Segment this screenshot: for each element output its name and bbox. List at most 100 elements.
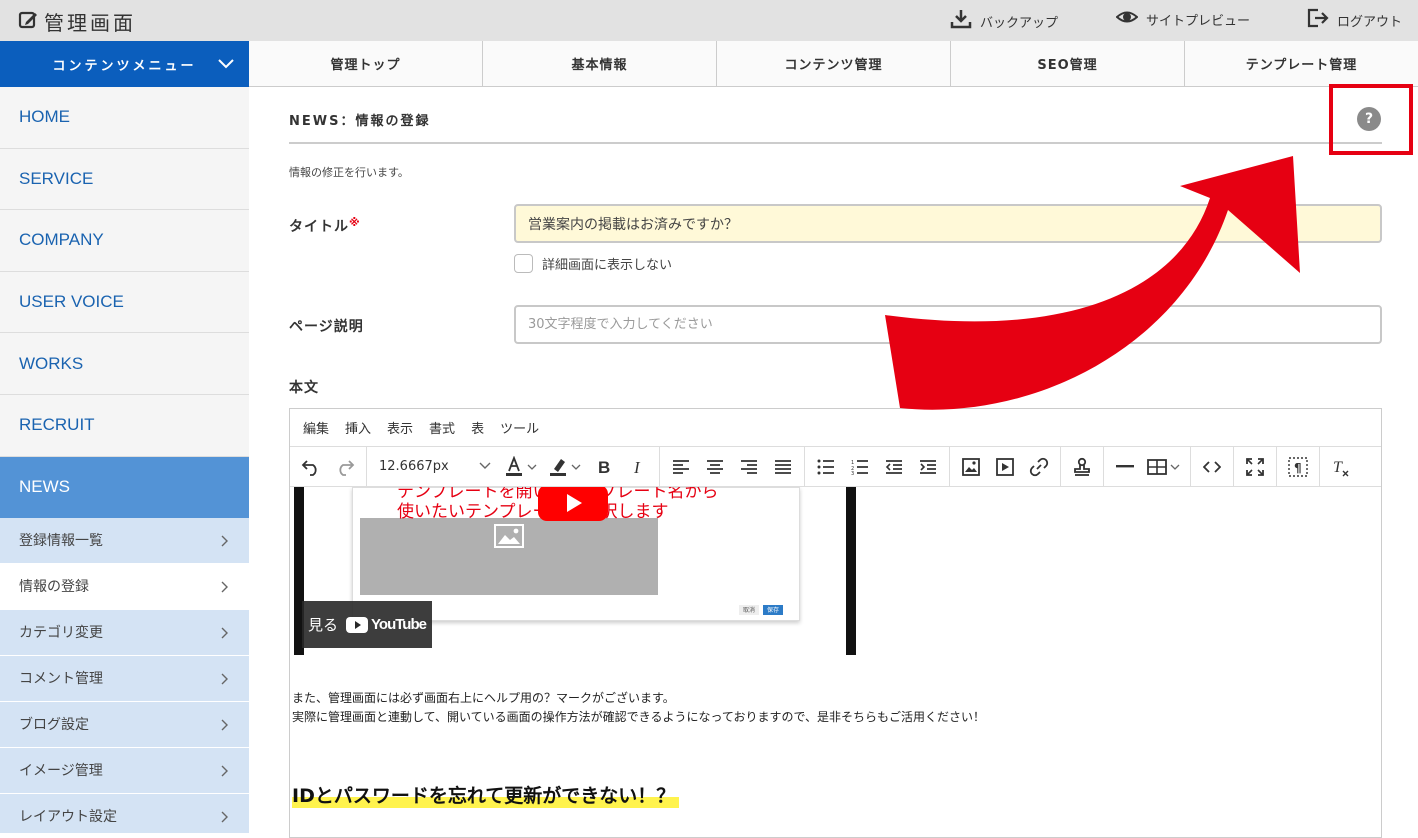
backup-button[interactable]: バックアップ	[950, 8, 1058, 34]
chevron-right-icon	[221, 765, 229, 781]
font-size-value: 12.6667px	[379, 459, 449, 474]
chevron-down-icon	[479, 459, 491, 474]
menu-table[interactable]: 表	[471, 418, 484, 437]
sub-item-comments[interactable]: コメント管理	[0, 655, 249, 702]
app-title: 管理画面	[44, 11, 136, 35]
sub-item-images[interactable]: イメージ管理	[0, 747, 249, 794]
font-size-select[interactable]: 12.6667px	[373, 452, 497, 482]
tab-basic-info[interactable]: 基本情報	[483, 41, 717, 86]
code-icon[interactable]	[1197, 452, 1227, 482]
chevron-right-icon	[221, 719, 229, 735]
sub-item-category[interactable]: カテゴリ変更	[0, 609, 249, 656]
highlight-color-icon[interactable]	[545, 452, 585, 482]
youtube-embed[interactable]: テンプレートを開いてテンプレート名から 使いたいテンプレートを選択します 取消 …	[294, 487, 856, 655]
sidebar-item-company[interactable]: COMPANY	[0, 210, 249, 272]
watch-on-youtube-button[interactable]: 見る YouTube	[302, 601, 432, 648]
tab-content[interactable]: コンテンツ管理	[717, 41, 951, 86]
media-icon[interactable]	[990, 452, 1020, 482]
align-justify-icon[interactable]	[768, 452, 798, 482]
rich-text-editor: 編集 挿入 表示 書式 表 ツール 12.6667px B I 1 2 3 ¶ …	[289, 408, 1382, 838]
horizontal-rule-icon[interactable]	[1110, 452, 1140, 482]
hide-detail-checkbox[interactable]	[514, 254, 533, 273]
site-preview-button[interactable]: サイトプレビュー	[1115, 8, 1251, 30]
annotation-arrow-icon	[885, 156, 1300, 410]
undo-icon[interactable]	[296, 452, 326, 482]
video-image-placeholder	[360, 518, 658, 595]
sidebar: コンテンツメニュー HOME SERVICE COMPANY USER VOIC…	[0, 41, 249, 833]
top-bar: 管理画面 バックアップ サイトプレビュー ログアウト	[0, 0, 1418, 41]
title-label-text: タイトル	[289, 219, 349, 235]
help-highlight-box	[1329, 84, 1413, 155]
menu-format[interactable]: 書式	[429, 418, 455, 437]
sub-item-label: 登録情報一覧	[19, 533, 103, 550]
sidebar-item-user-voice[interactable]: USER VOICE	[0, 272, 249, 334]
sidebar-item-works[interactable]: WORKS	[0, 333, 249, 395]
logout-button[interactable]: ログアウト	[1307, 8, 1402, 32]
watch-label: 見る	[308, 616, 339, 634]
text-color-icon[interactable]	[501, 452, 541, 482]
hide-detail-label: 詳細画面に表示しない	[542, 258, 673, 273]
play-button[interactable]	[538, 487, 608, 521]
video-save-button: 保存	[763, 605, 784, 615]
tab-template[interactable]: テンプレート管理	[1185, 41, 1418, 86]
menu-insert[interactable]: 挿入	[345, 418, 371, 437]
bullet-list-icon[interactable]	[811, 452, 841, 482]
menu-edit[interactable]: 編集	[303, 418, 329, 437]
table-icon[interactable]	[1144, 452, 1184, 482]
sub-item-entry-list[interactable]: 登録情報一覧	[0, 517, 249, 564]
italic-icon[interactable]: I	[623, 452, 653, 482]
align-center-icon[interactable]	[700, 452, 730, 482]
image-placeholder-icon	[494, 524, 524, 552]
menu-tools[interactable]: ツール	[500, 418, 539, 437]
show-blocks-icon[interactable]: ¶	[1283, 452, 1313, 482]
sub-item-layout[interactable]: レイアウト設定	[0, 793, 249, 833]
align-left-icon[interactable]	[666, 452, 696, 482]
sub-item-label: イメージ管理	[19, 763, 103, 780]
chevron-right-icon	[221, 581, 229, 597]
stamp-icon[interactable]	[1067, 452, 1097, 482]
numbered-list-icon[interactable]: 123	[845, 452, 875, 482]
sub-item-label: コメント管理	[19, 671, 103, 688]
svg-text:3: 3	[851, 471, 854, 475]
bold-icon[interactable]: B	[589, 452, 619, 482]
content-menu-toggle[interactable]: コンテンツメニュー	[0, 41, 249, 87]
sidebar-item-service[interactable]: SERVICE	[0, 149, 249, 211]
outdent-icon[interactable]	[879, 452, 909, 482]
sub-item-label: カテゴリ変更	[19, 625, 103, 642]
chevron-right-icon	[221, 627, 229, 643]
menu-view[interactable]: 表示	[387, 418, 413, 437]
youtube-label: YouTube	[371, 616, 427, 633]
link-icon[interactable]	[1024, 452, 1054, 482]
fullscreen-icon[interactable]	[1240, 452, 1270, 482]
required-mark: ※	[349, 216, 361, 229]
tab-seo[interactable]: SEO管理	[951, 41, 1185, 86]
chevron-down-icon	[217, 54, 235, 76]
backup-label: バックアップ	[980, 15, 1059, 31]
site-preview-label: サイトプレビュー	[1146, 13, 1251, 29]
svg-text:T: T	[1333, 459, 1343, 476]
align-right-icon[interactable]	[734, 452, 764, 482]
tab-admin-top[interactable]: 管理トップ	[249, 41, 483, 86]
image-icon[interactable]	[956, 452, 986, 482]
sidebar-item-home[interactable]: HOME	[0, 87, 249, 149]
clear-format-icon[interactable]: T	[1326, 452, 1356, 482]
sub-item-blog-settings[interactable]: ブログ設定	[0, 701, 249, 748]
sub-item-register[interactable]: 情報の登録	[0, 563, 249, 610]
sidebar-item-recruit[interactable]: RECRUIT	[0, 395, 249, 457]
sidebar-item-news[interactable]: NEWS	[0, 456, 249, 518]
redo-icon[interactable]	[330, 452, 360, 482]
content-menu-title: コンテンツメニュー	[52, 58, 197, 74]
divider	[289, 142, 1382, 144]
page-description: 情報の修正を行います。	[289, 166, 409, 179]
page-title: NEWS：情報の登録	[289, 114, 431, 129]
paragraph-line2: 実際に管理画面と連動して、開いている画面の操作方法が確認できるようになっておりま…	[292, 710, 986, 724]
logout-icon	[1307, 8, 1329, 32]
editor-content[interactable]: テンプレートを開いてテンプレート名から 使いたいテンプレートを選択します 取消 …	[290, 487, 1381, 837]
sub-item-label: ブログ設定	[19, 717, 89, 734]
page-desc-label: ページ説明	[289, 319, 364, 335]
indent-icon[interactable]	[913, 452, 943, 482]
logout-label: ログアウト	[1337, 14, 1403, 30]
body-label: 本文	[289, 380, 319, 396]
svg-text:¶: ¶	[1294, 461, 1302, 475]
svg-text:I: I	[633, 458, 641, 476]
